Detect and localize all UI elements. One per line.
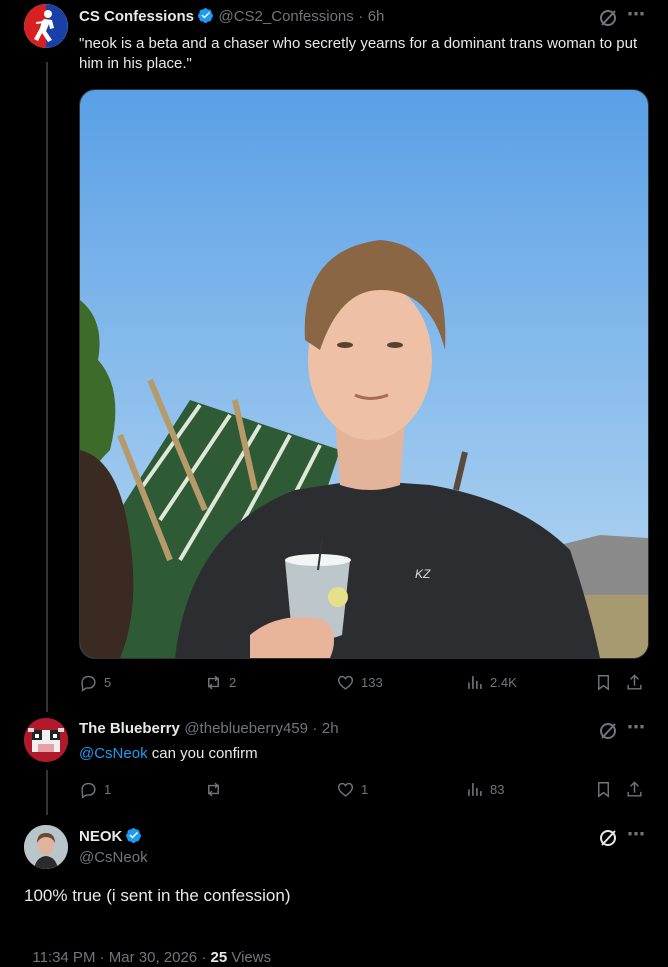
reply-icon bbox=[81, 675, 96, 692]
more-icon[interactable]: ⋯ bbox=[627, 824, 646, 845]
post-timestamp[interactable]: 11:34 PM · Mar 30, 2026 · bbox=[32, 949, 210, 966]
views-count: 83 bbox=[490, 782, 505, 797]
repost-count: 2 bbox=[229, 675, 237, 690]
like-button[interactable]: 1 bbox=[336, 780, 368, 799]
bookmark-icon bbox=[598, 675, 609, 691]
thread-line bbox=[46, 62, 48, 712]
author-name[interactable]: CS Confessions bbox=[79, 8, 194, 25]
views-label: Views bbox=[227, 949, 272, 966]
avatar[interactable] bbox=[24, 718, 68, 762]
repost-button[interactable] bbox=[204, 780, 229, 799]
verified-badge-icon bbox=[126, 828, 142, 843]
bookmark-button[interactable] bbox=[594, 780, 613, 799]
thread-line bbox=[46, 770, 48, 815]
reply-count: 1 bbox=[104, 782, 112, 797]
verified-badge-icon bbox=[198, 8, 213, 23]
reply-button[interactable]: 5 bbox=[79, 673, 111, 692]
avatar[interactable] bbox=[24, 4, 68, 48]
grok-icon[interactable] bbox=[598, 8, 618, 28]
repost-icon bbox=[208, 782, 219, 797]
views-button[interactable]: 83 bbox=[465, 780, 504, 799]
share-button[interactable] bbox=[625, 673, 644, 692]
separator: · bbox=[312, 720, 318, 737]
tweet-text: 100% true (i sent in the confession) bbox=[24, 886, 291, 905]
reply-count: 5 bbox=[104, 675, 112, 690]
tweet-photo[interactable]: KZ bbox=[79, 89, 649, 659]
views-count: 2.4K bbox=[490, 675, 517, 690]
cow-avatar-icon bbox=[24, 718, 68, 762]
mention-link[interactable]: @CsNeok bbox=[79, 745, 148, 762]
heart-icon bbox=[337, 675, 354, 690]
more-icon[interactable]: ⋯ bbox=[627, 717, 646, 738]
more-icon[interactable]: ⋯ bbox=[627, 4, 646, 25]
grok-icon[interactable] bbox=[598, 828, 618, 848]
grok-icon[interactable] bbox=[598, 721, 618, 741]
share-button[interactable] bbox=[625, 780, 644, 799]
views-button[interactable]: 2.4K bbox=[465, 673, 517, 692]
author-handle[interactable]: @theblueberry459 bbox=[184, 720, 308, 737]
repost-icon bbox=[208, 675, 219, 690]
share-icon bbox=[627, 674, 642, 690]
heart-icon bbox=[337, 782, 354, 797]
separator: · bbox=[358, 8, 364, 25]
bookmark-button[interactable] bbox=[594, 673, 613, 692]
analytics-icon bbox=[468, 783, 482, 796]
like-count: 1 bbox=[361, 782, 369, 797]
post-time[interactable]: 6h bbox=[368, 8, 385, 25]
like-button[interactable]: 133 bbox=[336, 673, 383, 692]
share-icon bbox=[627, 781, 642, 797]
tweet-text: can you confirm bbox=[147, 745, 258, 762]
views-total: 25 bbox=[210, 949, 228, 966]
photo-illustration: KZ bbox=[80, 90, 648, 658]
author-handle[interactable]: @CS2_Confessions bbox=[218, 8, 353, 25]
reply-icon bbox=[81, 782, 96, 799]
author-name[interactable]: The Blueberry bbox=[79, 720, 180, 737]
cs-logo-icon bbox=[24, 4, 68, 48]
author-name[interactable]: NEOK bbox=[79, 828, 122, 845]
repost-button[interactable]: 2 bbox=[204, 673, 236, 692]
shirt-logo: KZ bbox=[415, 567, 431, 581]
author-handle[interactable]: @CsNeok bbox=[79, 849, 148, 866]
tweet-text: "neok is a beta and a chaser who secretl… bbox=[79, 35, 638, 72]
avatar[interactable] bbox=[24, 825, 68, 869]
like-count: 133 bbox=[361, 675, 383, 690]
bookmark-icon bbox=[598, 782, 609, 798]
analytics-icon bbox=[468, 676, 482, 689]
post-time[interactable]: 2h bbox=[322, 720, 339, 737]
reply-button[interactable]: 1 bbox=[79, 780, 111, 799]
neok-avatar-icon bbox=[24, 825, 68, 869]
